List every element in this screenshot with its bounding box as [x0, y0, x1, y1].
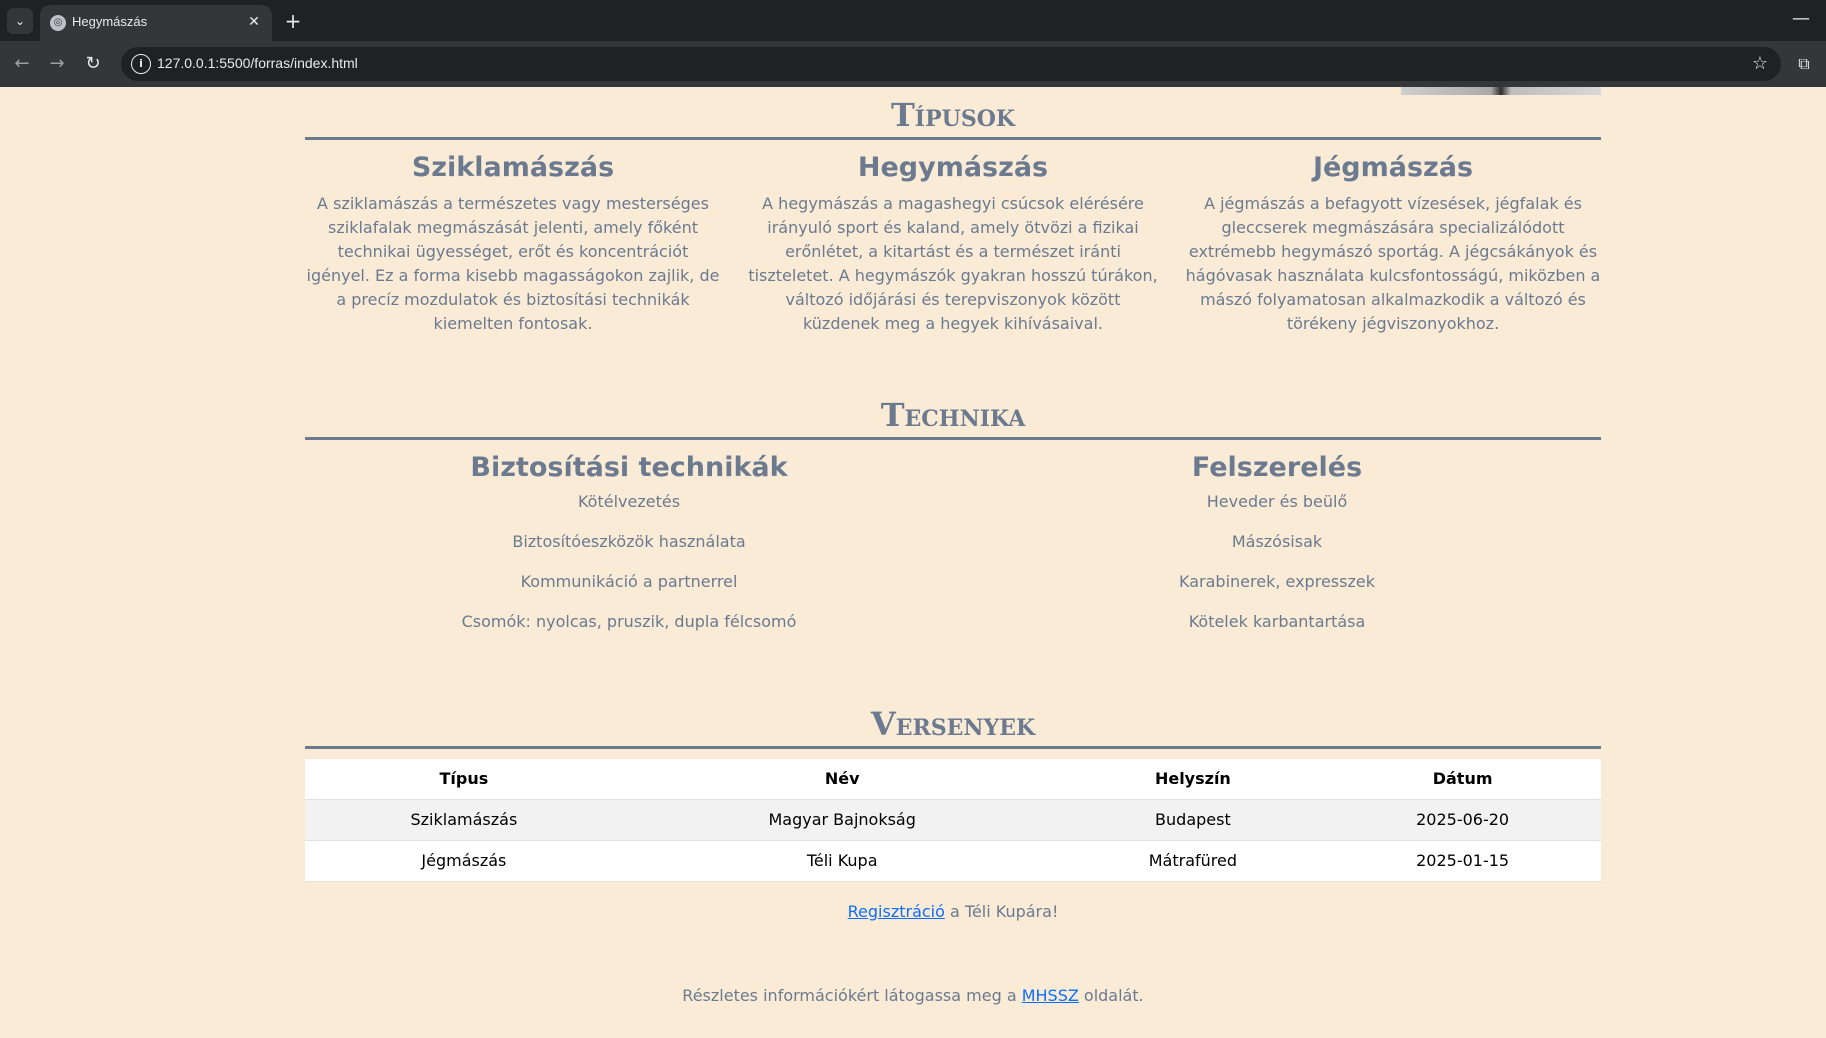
browser-tab-bar: ⌄ ◎ Hegymászás ✕ + —	[0, 0, 1826, 41]
safety-techniques: Biztosítási technikák Kötélvezetés Bizto…	[305, 450, 953, 652]
close-icon[interactable]: ✕	[244, 12, 264, 32]
competitions-heading: Versenyek	[305, 704, 1601, 749]
type-card-ice: Jégmászás A jégmászás a befagyott vízesé…	[1185, 150, 1601, 336]
table-cell: 2025-01-15	[1324, 840, 1601, 882]
type-title: Hegymászás	[857, 152, 1049, 183]
list-item: Kötélvezetés	[577, 492, 681, 511]
browser-toolbar: ← → ↻ i 127.0.0.1:5500/forras/index.html…	[0, 41, 1826, 87]
technique-heading: Technika	[305, 395, 1601, 440]
hero-image	[1401, 87, 1601, 95]
footer: Részletes információkért látogassa meg a…	[0, 986, 1826, 1005]
page-content: Típusok Sziklamászás A sziklamászás a te…	[0, 87, 1826, 1038]
tab-title: Hegymászás	[72, 14, 148, 29]
table-cell: Mátrafüred	[1061, 840, 1325, 882]
address-bar[interactable]: i 127.0.0.1:5500/forras/index.html ☆	[121, 47, 1781, 81]
list-item: Kommunikáció a partnerrel	[520, 572, 738, 591]
new-tab-icon[interactable]: +	[280, 8, 306, 34]
equipment: Felszerelés Heveder és beülő Mászósisak …	[953, 450, 1601, 652]
type-text: A jégmászás a befagyott vízesések, jégfa…	[1185, 194, 1601, 333]
url-text[interactable]: 127.0.0.1:5500/forras/index.html	[157, 55, 358, 71]
technique-row: Biztosítási technikák Kötélvezetés Bizto…	[305, 450, 1601, 652]
tab-search-icon[interactable]: ⌄	[7, 8, 33, 34]
registration-line: Regisztráció a Téli Kupára!	[305, 902, 1601, 921]
column-header: Dátum	[1324, 759, 1601, 800]
back-arrow-icon[interactable]: ←	[8, 50, 36, 78]
extensions-icon[interactable]: ⧉	[1790, 50, 1818, 78]
safety-title: Biztosítási technikák	[470, 452, 788, 483]
table-cell: Magyar Bajnokság	[622, 799, 1062, 841]
type-title: Jégmászás	[1312, 152, 1474, 183]
browser-tab[interactable]: ◎ Hegymászás ✕	[40, 5, 272, 41]
mhssz-link[interactable]: MHSSZ	[1022, 986, 1079, 1005]
table-row: Jégmászás Téli Kupa Mátrafüred 2025-01-1…	[305, 840, 1601, 882]
type-text: A hegymászás a magashegyi csúcsok elérés…	[748, 194, 1158, 333]
equipment-list: Heveder és beülő Mászósisak Karabinerek,…	[953, 492, 1601, 632]
list-item: Heveder és beülő	[1206, 492, 1348, 511]
bookmark-star-icon[interactable]: ☆	[1747, 51, 1773, 77]
table-header-row: Típus Név Helyszín Dátum	[305, 759, 1601, 800]
safety-list: Kötélvezetés Biztosítóeszközök használat…	[305, 492, 953, 632]
types-section: Típusok Sziklamászás A sziklamászás a te…	[305, 95, 1601, 336]
competitions-section: Versenyek Típus Név Helyszín Dátum Szikl…	[305, 704, 1601, 921]
forward-arrow-icon[interactable]: →	[43, 50, 71, 78]
column-header: Helyszín	[1061, 759, 1325, 800]
footer-suffix: oldalát.	[1078, 986, 1144, 1005]
list-item: Biztosítóeszközök használata	[512, 532, 746, 551]
table-cell: Budapest	[1061, 799, 1325, 841]
table-cell: Sziklamászás	[305, 799, 623, 841]
minimize-icon[interactable]: —	[1786, 6, 1816, 32]
list-item: Csomók: nyolcas, pruszik, dupla félcsomó	[461, 612, 797, 631]
registration-suffix: a Téli Kupára!	[944, 901, 1059, 921]
type-card-rock: Sziklamászás A sziklamászás a természete…	[305, 150, 721, 336]
equipment-title: Felszerelés	[1191, 452, 1363, 483]
table-cell: Téli Kupa	[622, 840, 1062, 882]
list-item: Karabinerek, expresszek	[1179, 572, 1375, 591]
types-row: Sziklamászás A sziklamászás a természete…	[305, 150, 1601, 336]
table-row: Sziklamászás Magyar Bajnokság Budapest 2…	[305, 799, 1601, 841]
column-header: Típus	[305, 759, 623, 800]
types-heading: Típusok	[305, 95, 1601, 140]
info-icon[interactable]: i	[131, 54, 151, 74]
registration-link[interactable]: Regisztráció	[848, 902, 945, 921]
type-card-mountain: Hegymászás A hegymászás a magashegyi csú…	[745, 150, 1161, 336]
competitions-table: Típus Név Helyszín Dátum Sziklamászás Ma…	[305, 759, 1601, 882]
footer-prefix: Részletes információkért látogassa meg a	[682, 986, 1022, 1005]
table-cell: 2025-06-20	[1324, 799, 1601, 841]
type-title: Sziklamászás	[411, 152, 615, 183]
technique-section: Technika Biztosítási technikák Kötélveze…	[305, 395, 1601, 652]
column-header: Név	[622, 759, 1062, 800]
type-text: A sziklamászás a természetes vagy mester…	[306, 194, 720, 333]
globe-icon: ◎	[50, 15, 66, 31]
list-item: Kötelek karbantartása	[1188, 612, 1366, 631]
table-cell: Jégmászás	[305, 840, 623, 882]
reload-icon[interactable]: ↻	[79, 50, 107, 78]
list-item: Mászósisak	[1231, 532, 1323, 551]
